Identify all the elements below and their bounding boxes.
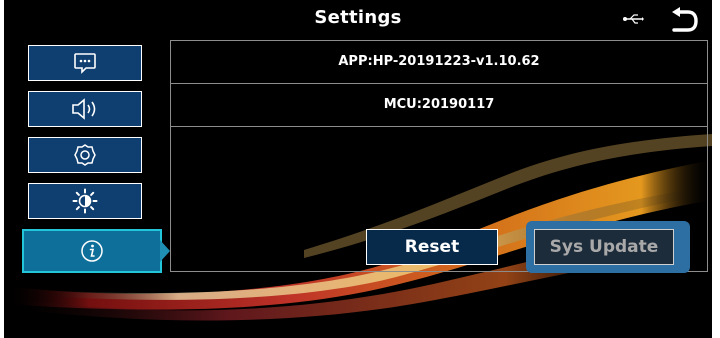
speaker-icon (72, 98, 96, 120)
settings-screen: Settings APP:HP-20191223-v1.10.62 MCU:20… (4, 0, 712, 338)
info-icon (81, 240, 103, 262)
sidebar-item-sound[interactable] (28, 91, 142, 127)
app-version: APP:HP-20191223-v1.10.62 (171, 41, 707, 84)
sidebar-item-display[interactable] (28, 183, 142, 219)
sidebar-item-general[interactable] (28, 45, 142, 81)
reset-button[interactable]: Reset (366, 229, 498, 265)
page-title: Settings (314, 7, 402, 28)
sys-update-button[interactable]: Sys Update (534, 229, 674, 265)
chat-bubble-icon (74, 53, 96, 74)
brightness-icon (72, 188, 98, 214)
usb-icon (623, 14, 644, 24)
active-indicator-arrow (160, 240, 170, 262)
back-button[interactable] (668, 7, 700, 33)
sidebar-item-about[interactable] (22, 229, 162, 273)
back-arrow-icon (672, 7, 698, 32)
gear-icon (74, 144, 96, 166)
sidebar-item-system[interactable] (28, 137, 142, 173)
mcu-version: MCU:20190117 (171, 84, 707, 127)
